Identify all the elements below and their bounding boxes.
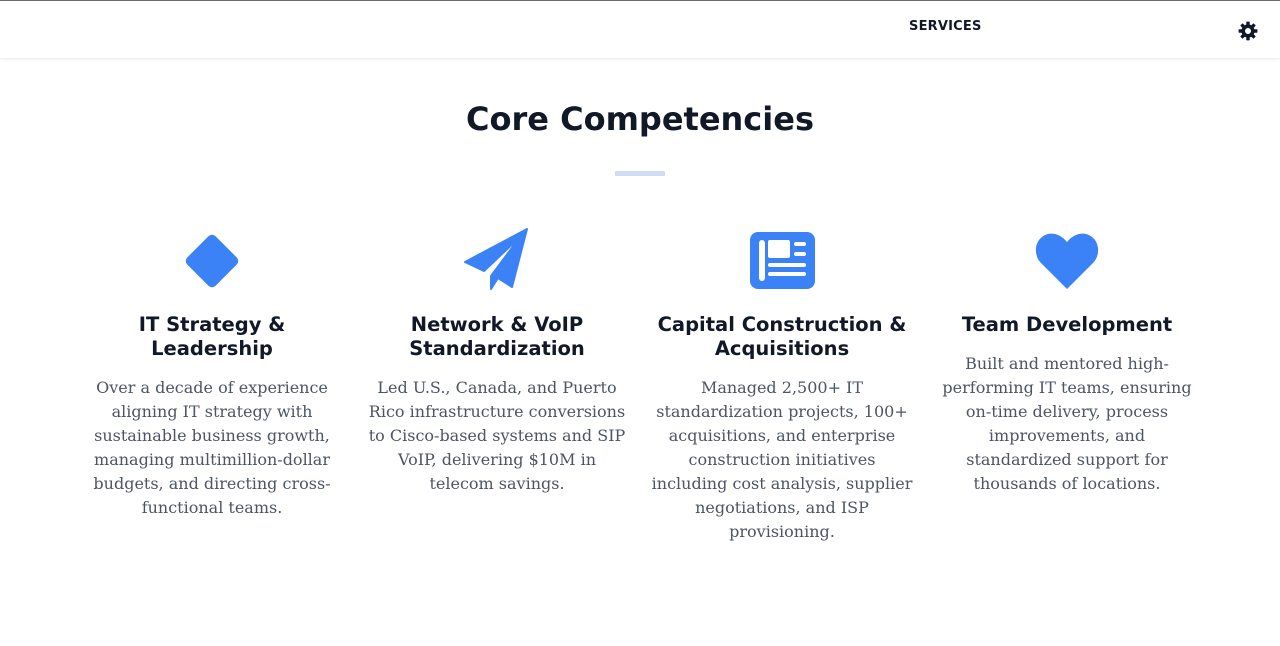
card-description: Managed 2,500+ IT standardization projec… — [651, 378, 913, 541]
nav-link-services[interactable]: SERVICES — [909, 19, 982, 34]
heart-icon — [1032, 226, 1102, 296]
card-title: IT Strategy & Leadership — [138, 313, 286, 360]
title-divider — [615, 171, 665, 176]
competency-card-network-voip: Network & VoIP Standardization Led U.S.,… — [362, 226, 632, 496]
newspaper-icon — [747, 226, 817, 296]
card-title: Capital Construction & Acquisitions — [657, 313, 907, 360]
competency-card-team-development: Team Development Built and mentored high… — [932, 226, 1202, 496]
gear-icon[interactable] — [1236, 19, 1260, 43]
section-title: Core Competencies — [466, 100, 814, 138]
card-description: Built and mentored high-performing IT te… — [942, 354, 1192, 493]
top-navigation-bar: SERVICES — [0, 0, 1280, 58]
card-description: Over a decade of experience aligning IT … — [93, 378, 331, 517]
paper-plane-icon — [462, 226, 532, 296]
card-title: Team Development — [961, 313, 1173, 336]
diamond-icon — [177, 226, 247, 296]
card-title: Network & VoIP Standardization — [409, 313, 585, 360]
competency-card-capital-construction: Capital Construction & Acquisitions Mana… — [647, 226, 917, 544]
card-description: Led U.S., Canada, and Puerto Rico infras… — [368, 378, 626, 493]
competency-card-it-strategy: IT Strategy & Leadership Over a decade o… — [77, 226, 347, 520]
